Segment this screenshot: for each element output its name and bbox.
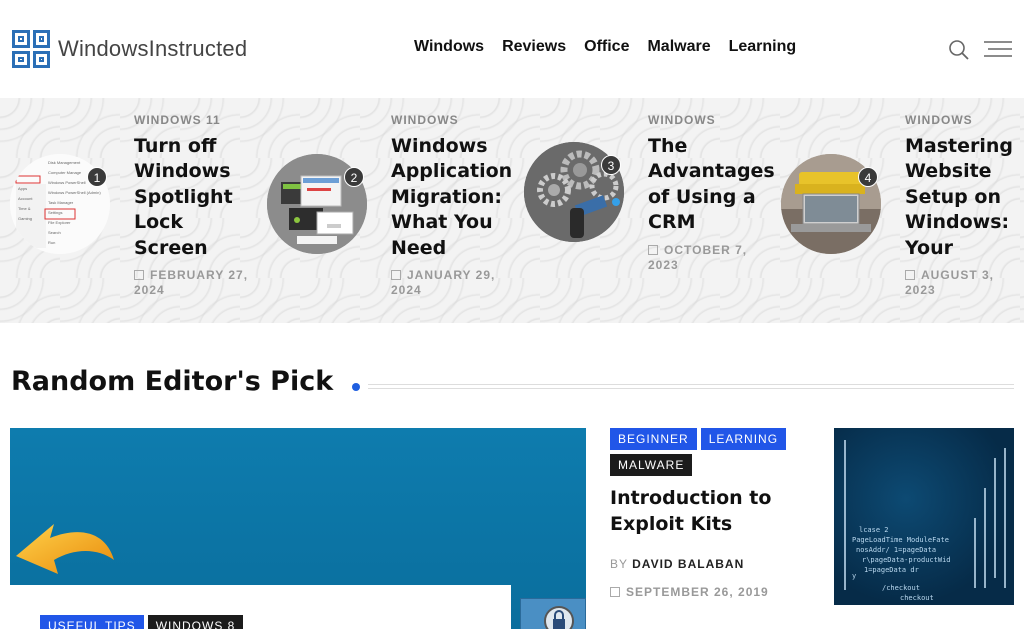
slide-title[interactable]: Windows Application Migration: What You … [391, 134, 512, 261]
svg-text:nosAddr/ 1=pageData: nosAddr/ 1=pageData [856, 546, 936, 554]
svg-text:y: y [852, 572, 856, 580]
slider-item[interactable]: 3 WINDOWS The Advantages of Using a CRM … [514, 98, 775, 323]
slide-date: FEBRUARY 27, 2024 [134, 268, 249, 297]
slide-rank-badge: 3 [601, 155, 621, 175]
nav-item-office[interactable]: Office [584, 38, 629, 56]
site-header: WindowsInstructed Windows Reviews Office… [0, 0, 1024, 98]
feature-tags: USEFUL TIPS WINDOWS 8 [40, 615, 244, 629]
svg-text:Search: Search [48, 230, 61, 235]
section-title: Random Editor's Pick [11, 366, 334, 397]
calendar-icon [905, 270, 915, 280]
svg-text:Account: Account [18, 196, 33, 201]
hamburger-menu-icon[interactable] [984, 40, 1012, 60]
slide-date: JANUARY 29, 2024 [391, 268, 496, 297]
svg-text:r\pageData-productWid: r\pageData-productWid [862, 556, 951, 564]
svg-text:File Explorer: File Explorer [48, 220, 71, 225]
slider-item[interactable]: Disk Management Computer Manage Windows … [0, 98, 257, 323]
calendar-icon [648, 245, 658, 255]
slide-date: OCTOBER 7, 2023 [648, 243, 748, 272]
svg-text:lcase 2: lcase 2 [859, 526, 889, 534]
calendar-icon [134, 270, 144, 280]
svg-text:Gaming: Gaming [18, 216, 32, 221]
svg-text:Windows PowerShell (Admin): Windows PowerShell (Admin) [48, 190, 101, 195]
side-article-date: SEPTEMBER 26, 2019 [610, 585, 769, 599]
side-article-tags: BEGINNER LEARNING MALWARE [610, 428, 810, 480]
svg-text:/checkout: /checkout [882, 584, 920, 592]
side-article-byline: BY DAVID BALABAN [610, 557, 745, 571]
nav-item-learning[interactable]: Learning [729, 38, 797, 56]
slide-rank-badge: 4 [858, 167, 878, 187]
slider-item[interactable]: 2 WINDOWS Windows Application Migration:… [257, 98, 514, 323]
author-link[interactable]: DAVID BALABAN [632, 557, 744, 571]
slide-title[interactable]: Turn off Windows Spotlight Lock Screen [134, 134, 254, 261]
calendar-icon [391, 270, 401, 280]
site-logo[interactable]: WindowsInstructed [12, 30, 247, 68]
slide-title[interactable]: The Advantages of Using a CRM [648, 134, 775, 236]
svg-text:Computer Manage: Computer Manage [48, 170, 82, 175]
nav-item-windows[interactable]: Windows [414, 38, 484, 56]
site-name[interactable]: WindowsInstructed [58, 36, 247, 62]
svg-text:Apps: Apps [18, 186, 27, 191]
featured-article-image[interactable]: USEFUL TIPS WINDOWS 8 [10, 428, 586, 629]
svg-text:checkout: checkout [900, 594, 934, 602]
slide-category[interactable]: WINDOWS 11 [134, 113, 221, 127]
slide-category[interactable]: WINDOWS [391, 113, 459, 127]
slide-date: AUGUST 3, 2023 [905, 268, 995, 297]
calendar-icon [610, 587, 620, 597]
side-article-title[interactable]: Introduction to Exploit Kits [610, 485, 810, 537]
svg-text:Settings: Settings [48, 210, 62, 215]
svg-text:1=pageData dr: 1=pageData dr [864, 566, 919, 574]
tag-malware[interactable]: MALWARE [610, 454, 693, 476]
svg-text:Task Manager: Task Manager [48, 200, 74, 205]
slide-category[interactable]: WINDOWS [648, 113, 716, 127]
main-nav: Windows Reviews Office Malware Learning [414, 38, 796, 56]
slide-category[interactable]: WINDOWS [905, 113, 973, 127]
svg-text:Disk Management: Disk Management [48, 160, 81, 165]
section-dot-icon [352, 383, 360, 391]
slide-rank-badge: 1 [87, 167, 107, 187]
tag-windows-8[interactable]: WINDOWS 8 [147, 615, 244, 629]
slider-item[interactable]: 4 WINDOWS Mastering Website Setup on Win… [771, 98, 1024, 323]
tag-useful-tips[interactable]: USEFUL TIPS [40, 615, 144, 629]
search-icon[interactable] [948, 39, 970, 61]
slide-rank-badge: 2 [344, 167, 364, 187]
svg-text:Time &: Time & [18, 206, 31, 211]
slide-title[interactable]: Mastering Website Setup on Windows: Your [905, 134, 1023, 261]
nav-item-malware[interactable]: Malware [647, 38, 710, 56]
trending-slider: Disk Management Computer Manage Windows … [0, 98, 1024, 323]
svg-text:Windows PowerShell: Windows PowerShell [48, 180, 86, 185]
side-article-image[interactable]: lcase 2 PageLoadTime ModuleFate nosAddr/… [834, 428, 1014, 605]
featured-article-card: USEFUL TIPS WINDOWS 8 [10, 585, 511, 629]
skull-code-image: lcase 2 PageLoadTime ModuleFate nosAddr/… [844, 440, 1006, 602]
section-divider [368, 384, 1014, 389]
tag-learning[interactable]: LEARNING [700, 428, 787, 450]
lock-icon [520, 598, 586, 629]
svg-text:Run: Run [48, 240, 55, 245]
logo-icon [12, 30, 50, 68]
svg-text:PageLoadTime ModuleFate: PageLoadTime ModuleFate [852, 536, 949, 544]
tag-beginner[interactable]: BEGINNER [610, 428, 697, 450]
nav-item-reviews[interactable]: Reviews [502, 38, 566, 56]
